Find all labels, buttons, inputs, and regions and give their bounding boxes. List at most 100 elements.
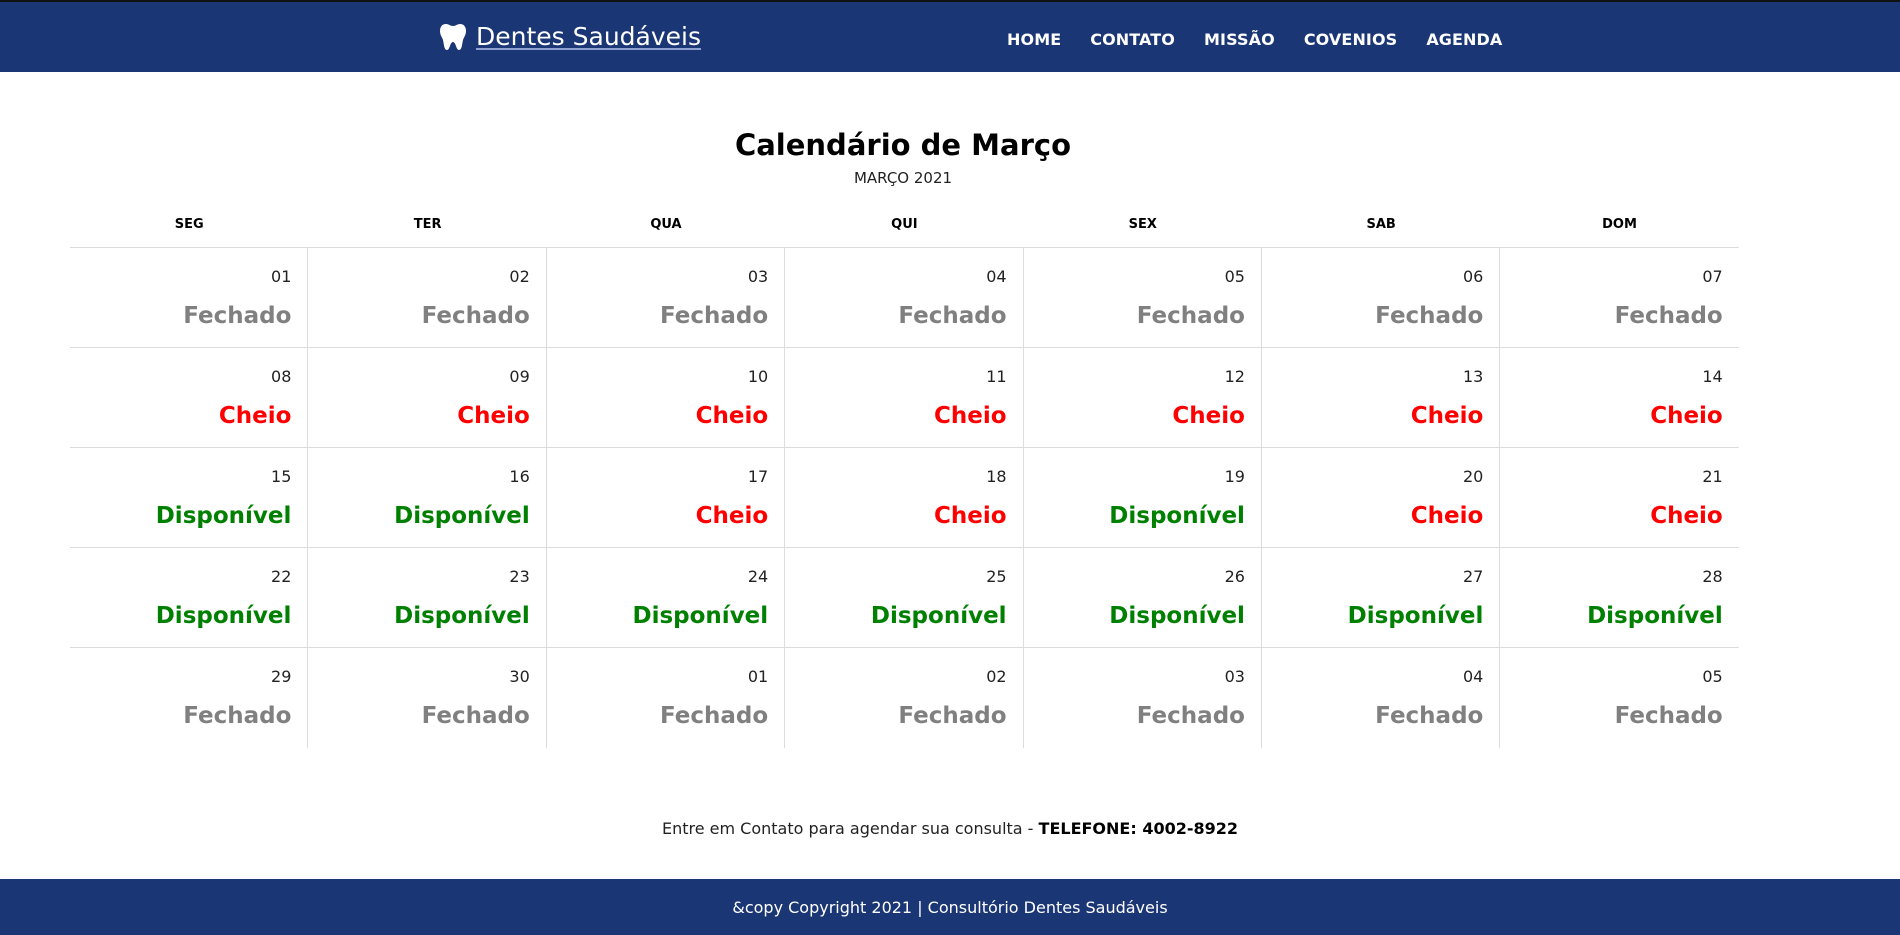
day-status: Fechado <box>660 703 769 729</box>
contact-phone: TELEFONE: 4002-8922 <box>1038 819 1239 838</box>
day-number: 03 <box>747 267 769 286</box>
day-status: Disponível <box>394 503 530 529</box>
day-status: Cheio <box>1650 503 1723 529</box>
calendar-day-cell[interactable]: 02 Fechado <box>308 248 547 347</box>
day-status: Fechado <box>183 303 292 329</box>
calendar-day-cell[interactable]: 30 Fechado <box>308 648 547 748</box>
calendar-day-cell[interactable]: 15 Disponível <box>70 448 309 547</box>
day-number: 22 <box>271 567 292 586</box>
calendar-day-cell[interactable]: 27 Disponível <box>1262 548 1501 647</box>
day-number: 12 <box>1224 367 1245 386</box>
calendar-day-cell[interactable]: 01 Fechado <box>547 648 786 748</box>
day-number: 29 <box>271 667 292 686</box>
calendar-day-cell[interactable]: 16 Disponível <box>308 448 547 547</box>
weekday-label: TER <box>413 217 442 232</box>
tooth-icon <box>440 23 466 51</box>
day-number: 06 <box>1462 267 1484 286</box>
calendar-day-cell[interactable]: 04 Fechado <box>1262 648 1501 748</box>
footer: &copy Copyright 2021 | Consultório Dente… <box>0 879 1900 935</box>
footer-copyright: &copy Copyright 2021 | Consultório Dente… <box>732 898 1168 917</box>
day-number: 24 <box>747 567 769 586</box>
day-status: Cheio <box>218 403 292 429</box>
day-status: Disponível <box>870 603 1007 629</box>
day-status: Cheio <box>695 503 769 529</box>
calendar-day-cell[interactable]: 04 Fechado <box>785 248 1024 347</box>
day-number: 25 <box>986 567 1007 586</box>
calendar-day-cell[interactable]: 12 Cheio <box>1024 348 1262 447</box>
day-status: Disponível <box>155 503 292 529</box>
day-status: Disponível <box>1347 603 1484 629</box>
calendar-day-cell[interactable]: 28 Disponível <box>1500 548 1738 647</box>
day-status: Fechado <box>421 303 530 329</box>
contact-text: Entre em Contato para agendar sua consul… <box>661 819 1039 838</box>
calendar-day-cell[interactable]: 22 Disponível <box>70 548 309 647</box>
calendar-day-cell[interactable]: 11 Cheio <box>785 348 1024 447</box>
calendar-day-cell[interactable]: 02 Fechado <box>785 648 1024 748</box>
calendar-day-cell[interactable]: 17 Cheio <box>547 448 786 547</box>
day-number: 04 <box>1462 667 1484 686</box>
calendar-day-cell[interactable]: 05 Fechado <box>1024 248 1262 347</box>
nav-contato[interactable]: CONTATO <box>1090 30 1175 49</box>
day-status: Disponível <box>1109 603 1245 629</box>
day-status: Fechado <box>183 703 292 729</box>
day-status: Cheio <box>457 403 530 429</box>
day-number: 01 <box>747 667 769 686</box>
calendar-day-cell[interactable]: 20 Cheio <box>1262 448 1501 547</box>
day-status: Cheio <box>934 503 1007 529</box>
day-number: 27 <box>1462 567 1484 586</box>
day-status: Fechado <box>1136 703 1245 729</box>
day-status: Fechado <box>898 703 1007 729</box>
day-number: 18 <box>986 467 1007 486</box>
day-status: Fechado <box>421 703 530 729</box>
day-number: 02 <box>509 267 530 286</box>
calendar-week-row: 08 Cheio 09 Cheio 10 Cheio 11 Cheio 12 Cheio 13 Che… <box>70 348 1739 448</box>
day-number: 16 <box>509 467 530 486</box>
calendar-day-cell[interactable]: 01 Fechado <box>70 248 309 347</box>
nav-covenios[interactable]: COVENIOS <box>1304 30 1398 49</box>
calendar-day-cell[interactable]: 13 Cheio <box>1262 348 1501 447</box>
calendar-day-cell[interactable]: 03 Fechado <box>547 248 786 347</box>
day-status: Fechado <box>1375 303 1484 329</box>
day-status: Fechado <box>1614 703 1723 729</box>
day-number: 04 <box>986 267 1007 286</box>
calendar-day-cell[interactable]: 24 Disponível <box>547 548 786 647</box>
day-status: Cheio <box>1650 403 1723 429</box>
calendar-day-cell[interactable]: 19 Disponível <box>1024 448 1262 547</box>
nav-agenda[interactable]: AGENDA <box>1426 30 1502 49</box>
day-number: 05 <box>1702 667 1723 686</box>
calendar-day-cell[interactable]: 08 Cheio <box>70 348 309 447</box>
brand-link[interactable]: Dentes Saudáveis <box>440 22 701 51</box>
calendar-day-cell[interactable]: 25 Disponível <box>785 548 1024 647</box>
calendar-table: SEG TER QUA QUI SEX SAB DOM 01 Fechado 02 F… <box>70 208 1739 748</box>
calendar-day-cell[interactable]: 26 Disponível <box>1024 548 1262 647</box>
day-number: 19 <box>1224 467 1245 486</box>
calendar-day-cell[interactable]: 23 Disponível <box>308 548 547 647</box>
day-status: Fechado <box>660 303 769 329</box>
nav-missao[interactable]: MISSÃO <box>1204 30 1275 49</box>
day-number: 15 <box>271 467 292 486</box>
day-number: 11 <box>986 367 1007 386</box>
day-number: 30 <box>509 667 530 686</box>
calendar-day-cell[interactable]: 29 Fechado <box>70 648 309 748</box>
calendar-day-cell[interactable]: 10 Cheio <box>547 348 786 447</box>
calendar-day-cell[interactable]: 05 Fechado <box>1500 648 1738 748</box>
contact-line: Entre em Contato para agendar sua consul… <box>0 819 1900 838</box>
calendar-day-cell[interactable]: 09 Cheio <box>308 348 547 447</box>
calendar-day-cell[interactable]: 07 Fechado <box>1500 248 1738 347</box>
day-number: 13 <box>1462 367 1484 386</box>
weekday-label: SAB <box>1366 217 1396 232</box>
navbar: Dentes Saudáveis HOME CONTATO MISSÃO COV… <box>0 0 1900 72</box>
calendar-day-cell[interactable]: 03 Fechado <box>1024 648 1262 748</box>
day-status: Fechado <box>1614 303 1723 329</box>
calendar-day-cell[interactable]: 18 Cheio <box>785 448 1024 547</box>
day-status: Cheio <box>1172 403 1245 429</box>
calendar-week-row: 01 Fechado 02 Fechado 03 Fechado 04 Fechado 05 Fe… <box>70 248 1739 348</box>
calendar-day-cell[interactable]: 21 Cheio <box>1500 448 1738 547</box>
weekday-label: QUA <box>650 217 682 232</box>
day-status: Cheio <box>1410 503 1484 529</box>
nav-home[interactable]: HOME <box>1007 30 1061 49</box>
day-number: 28 <box>1702 567 1723 586</box>
calendar-day-cell[interactable]: 14 Cheio <box>1500 348 1738 447</box>
calendar-day-cell[interactable]: 06 Fechado <box>1262 248 1501 347</box>
weekday-label: SEX <box>1128 217 1157 232</box>
